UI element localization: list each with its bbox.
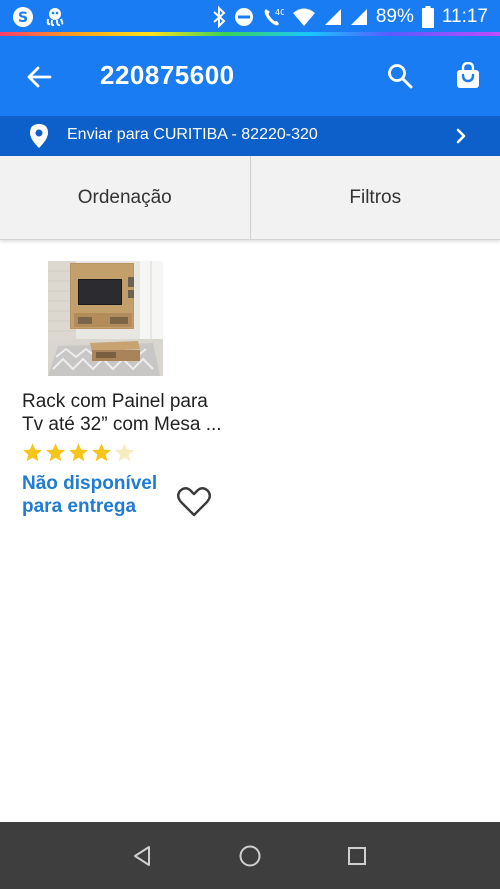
star-filled-icon <box>46 443 65 462</box>
back-button[interactable] <box>22 60 56 94</box>
search-icon <box>388 64 413 89</box>
product-name-line: Tv até 32” com Mesa ... <box>22 414 222 435</box>
page-title: 220875600 <box>100 60 235 90</box>
signal-icon <box>350 8 368 26</box>
star-filled-icon <box>23 443 42 462</box>
octopus-icon <box>44 6 66 28</box>
delivery-address: Enviar para CURITIBA - 82220-320 <box>67 126 318 143</box>
availability-line: Não disponível <box>22 473 158 494</box>
do-not-disturb-icon <box>234 7 254 27</box>
product-image[interactable] <box>48 261 163 376</box>
battery-icon <box>421 6 434 28</box>
home-circle-icon <box>239 845 261 866</box>
app-bar: 220875600 <box>0 36 500 116</box>
nav-home-button[interactable] <box>230 836 270 876</box>
chevron-right-icon <box>456 128 466 144</box>
rating-stars <box>22 442 135 463</box>
recents-square-icon <box>347 846 366 865</box>
clock: 11:17 <box>441 6 488 27</box>
location-pin-icon <box>30 124 48 148</box>
skype-icon: S <box>12 6 34 28</box>
star-filled-icon <box>69 443 88 462</box>
search-button[interactable] <box>384 60 416 92</box>
availability-status: Não disponível para entrega <box>22 472 172 518</box>
star-empty-icon <box>115 443 134 462</box>
product-card[interactable]: Rack com Painel para Tv até 32” com Mesa… <box>0 246 250 536</box>
shopping-bag-icon <box>457 62 479 88</box>
nav-recents-button[interactable] <box>337 836 377 876</box>
sort-filter-bar: Ordenação Filtros <box>0 156 500 240</box>
wishlist-button[interactable] <box>176 486 212 518</box>
back-triangle-icon <box>134 845 151 866</box>
nav-back-button[interactable] <box>123 836 163 876</box>
volte-icon: 4G <box>262 6 284 28</box>
svg-text:4G: 4G <box>275 8 284 17</box>
signal-icon <box>324 8 342 26</box>
filter-button[interactable]: Filtros <box>251 156 500 239</box>
battery-percent: 89% <box>375 6 414 27</box>
availability-line: para entrega <box>22 496 137 517</box>
status-left: S <box>12 6 66 28</box>
heart-outline-icon <box>177 487 211 517</box>
status-right: 4G 89% 11:17 <box>212 6 488 28</box>
status-bar: S 4G 89% 11:17 <box>0 0 500 34</box>
cart-button[interactable] <box>452 60 484 92</box>
wifi-icon <box>292 7 316 27</box>
star-filled-icon <box>92 443 111 462</box>
delivery-location-bar[interactable]: Enviar para CURITIBA - 82220-320 <box>0 116 500 156</box>
sort-button[interactable]: Ordenação <box>0 156 250 239</box>
back-arrow-icon <box>27 66 52 88</box>
product-name-line: Rack com Painel para <box>22 391 208 412</box>
product-name[interactable]: Rack com Painel para Tv até 32” com Mesa… <box>22 390 237 436</box>
system-nav-bar <box>0 822 500 889</box>
svg-text:S: S <box>18 10 28 26</box>
bluetooth-icon <box>212 6 226 28</box>
